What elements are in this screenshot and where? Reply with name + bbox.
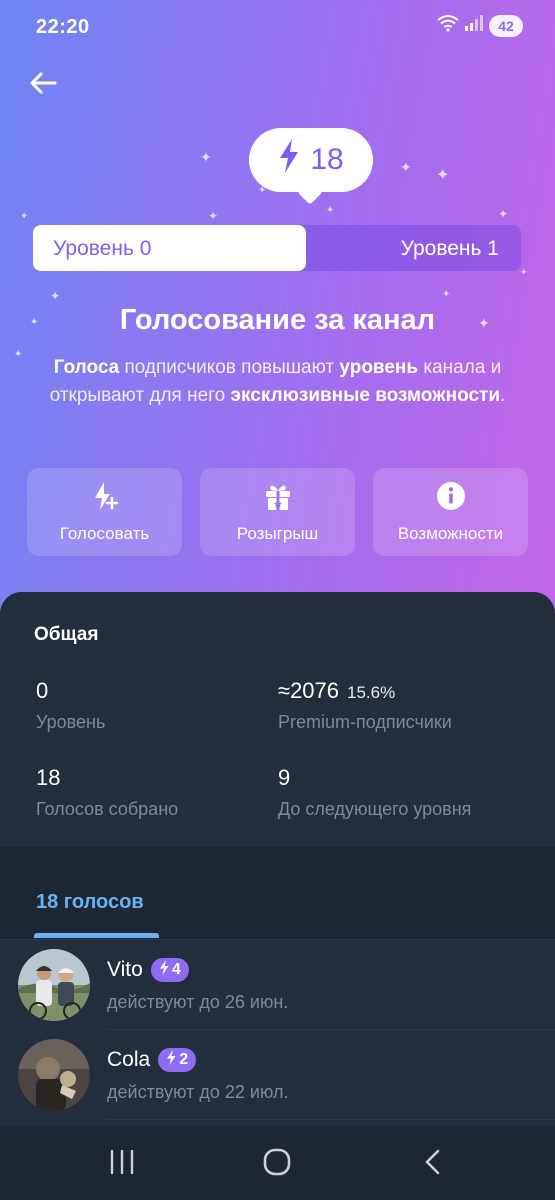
avatar bbox=[18, 1039, 90, 1111]
stat-premium: ≈2076 15.6% Premium-подписчики bbox=[278, 678, 452, 733]
current-level-label: Уровень 0 bbox=[53, 237, 152, 260]
home-icon bbox=[263, 1148, 291, 1181]
home-button[interactable] bbox=[257, 1144, 297, 1184]
stat-votes: 18 Голосов собрано bbox=[36, 765, 178, 820]
stat-premium-percent: 15.6% bbox=[347, 683, 396, 702]
sparkle-icon: ✦ bbox=[208, 209, 219, 223]
voters-tabs: 18 голосов bbox=[0, 847, 555, 939]
features-button-label: Возможности bbox=[397, 523, 504, 543]
back-button[interactable] bbox=[26, 68, 60, 102]
sparkle-icon: ✦ bbox=[20, 211, 29, 222]
avatar bbox=[18, 949, 90, 1021]
features-button[interactable]: Возможности bbox=[373, 468, 528, 556]
system-back-button[interactable] bbox=[412, 1144, 452, 1184]
voter-expiry: действуют до 26 июн. bbox=[107, 992, 289, 1012]
stat-premium-label: Premium-подписчики bbox=[278, 712, 452, 732]
boost-chip-count: 4 bbox=[171, 961, 181, 978]
boost-chip-count: 2 bbox=[179, 1051, 189, 1068]
battery-indicator: 42 bbox=[489, 14, 523, 37]
sparkle-icon: ✦ bbox=[498, 207, 509, 221]
lightning-icon bbox=[159, 960, 169, 980]
info-icon bbox=[436, 481, 466, 516]
stat-level-label: Уровень bbox=[36, 712, 106, 732]
vote-button-label: Голосовать bbox=[59, 523, 150, 543]
boost-header: ✦ ✦ ✦ ✦ ✦ ✦ ✦ ✦ ✦ ✦ ✦ ✦ ✦ ✦ 22:20 42 18 bbox=[0, 0, 555, 640]
boost-add-icon bbox=[92, 481, 118, 516]
wifi-icon bbox=[437, 14, 459, 37]
overview-card: Общая 0 Уровень ≈2076 15.6% Premium-подп… bbox=[0, 592, 555, 847]
stat-next-label: До следующего уровня bbox=[278, 799, 472, 819]
sparkle-icon: ✦ bbox=[14, 349, 23, 360]
gift-icon bbox=[263, 481, 293, 516]
arrow-left-icon bbox=[29, 71, 57, 100]
recent-apps-button[interactable] bbox=[102, 1144, 142, 1184]
recent-apps-icon bbox=[109, 1149, 135, 1179]
tab-votes[interactable]: 18 голосов bbox=[36, 891, 144, 914]
list-item[interactable]: Cola 2 действуют до 22 июл. bbox=[0, 1030, 555, 1120]
stat-votes-label: Голосов собрано bbox=[36, 799, 179, 819]
status-bar: 22:20 42 bbox=[0, 0, 555, 54]
stat-level-value: 0 bbox=[36, 678, 49, 703]
tab-indicator bbox=[34, 933, 159, 938]
sparkle-icon: ✦ bbox=[520, 267, 528, 277]
vote-button[interactable]: Голосовать bbox=[27, 468, 182, 556]
giveaway-button-label: Розыгрыш bbox=[236, 523, 319, 543]
list-item[interactable]: Vito 4 действуют до 26 июн. bbox=[0, 940, 555, 1030]
voters-list: Vito 4 действуют до 26 июн. Cola 2 дейст… bbox=[0, 939, 555, 1129]
action-buttons: Голосовать Розыгрыш Возможности bbox=[27, 468, 528, 556]
system-nav-bar bbox=[0, 1126, 555, 1200]
stat-votes-value: 18 bbox=[36, 765, 61, 790]
status-time: 22:20 bbox=[36, 16, 90, 38]
divider bbox=[107, 1119, 555, 1120]
lightning-icon bbox=[166, 1050, 176, 1070]
voter-name: Cola bbox=[107, 1048, 151, 1071]
stat-next-level: 9 До следующего уровня bbox=[278, 765, 471, 820]
stats-sheet: Общая 0 Уровень ≈2076 15.6% Premium-подп… bbox=[0, 592, 555, 1200]
lightning-icon bbox=[278, 139, 300, 181]
sparkle-icon: ✦ bbox=[442, 289, 451, 300]
sparkle-icon: ✦ bbox=[326, 205, 335, 216]
next-level-label: Уровень 1 bbox=[400, 237, 499, 260]
page-description: Голоса подписчиков повышают уровень кана… bbox=[49, 357, 506, 406]
voter-name: Vito bbox=[107, 958, 143, 981]
boost-chip: 4 bbox=[150, 958, 189, 982]
boost-count: 18 bbox=[310, 143, 344, 176]
sparkle-icon: ✦ bbox=[400, 159, 412, 175]
giveaway-button[interactable]: Розыгрыш bbox=[200, 468, 355, 556]
chevron-left-icon bbox=[423, 1149, 441, 1180]
signal-icon bbox=[465, 15, 483, 36]
level-progress-bar: Уровень 0 Уровень 1 bbox=[33, 225, 521, 271]
stat-level: 0 Уровень bbox=[36, 678, 105, 733]
sparkle-icon: ✦ bbox=[50, 289, 61, 303]
sparkle-icon: ✦ bbox=[436, 167, 450, 184]
overview-title: Общая bbox=[34, 624, 99, 645]
stat-premium-value: ≈2076 bbox=[278, 678, 340, 703]
sparkle-icon: ✦ bbox=[200, 149, 212, 165]
boost-chip: 2 bbox=[158, 1048, 197, 1072]
stat-next-value: 9 bbox=[278, 765, 291, 790]
page-title: Голосование за канал bbox=[119, 304, 436, 336]
voter-expiry: действуют до 22 июл. bbox=[107, 1082, 289, 1102]
boost-count-badge: 18 bbox=[249, 128, 373, 192]
